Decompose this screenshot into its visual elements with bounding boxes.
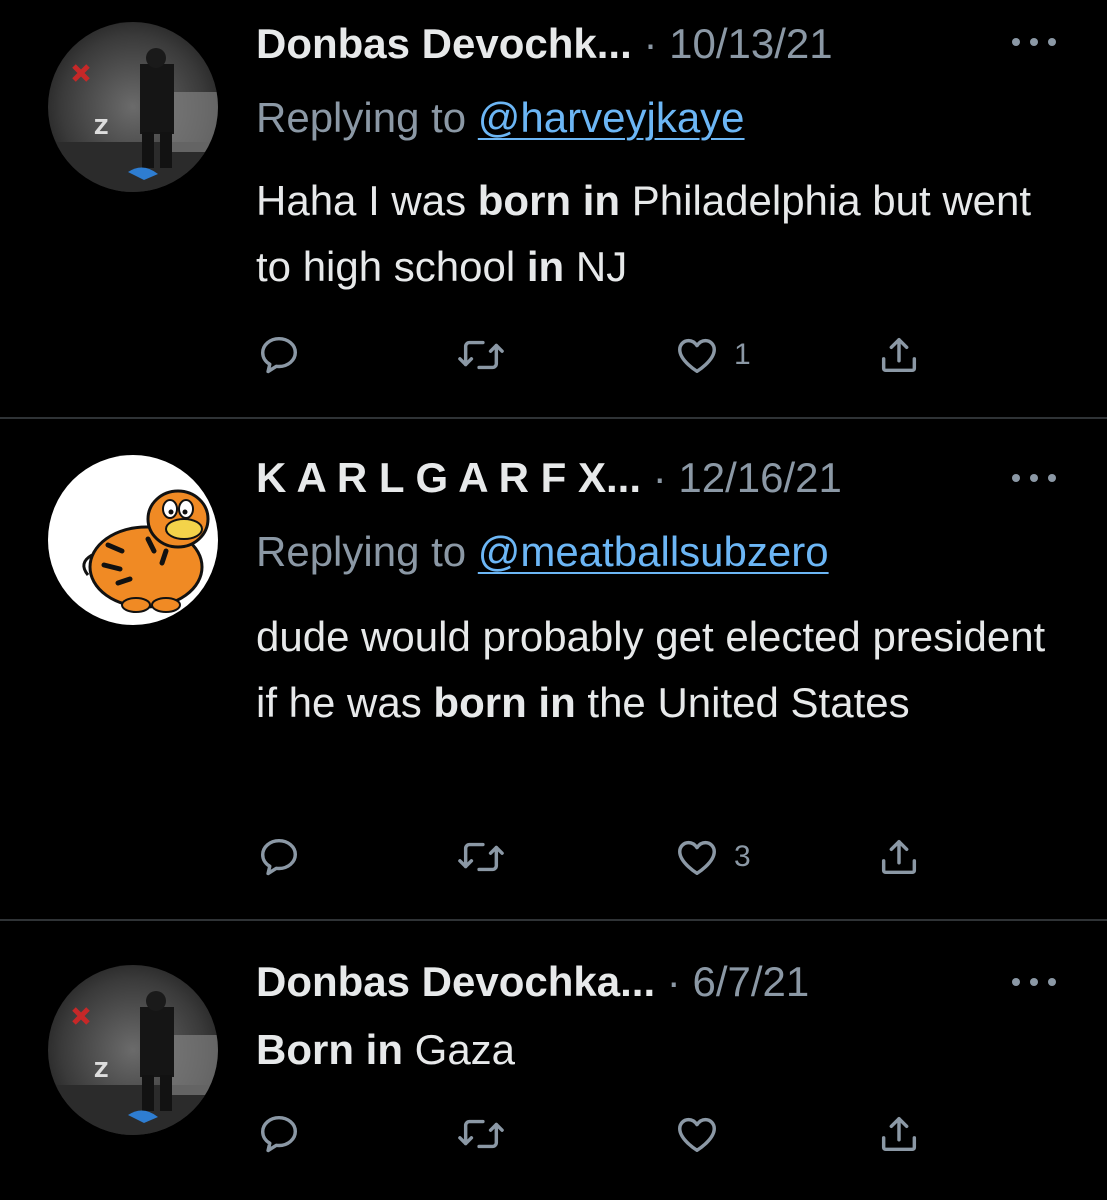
replying-to: Replying to @meatballsubzero bbox=[256, 522, 829, 582]
retweet-button[interactable] bbox=[456, 330, 506, 380]
tweet-date[interactable]: 12/16/21 bbox=[678, 454, 842, 501]
avatar[interactable]: Z bbox=[48, 965, 218, 1135]
share-button[interactable] bbox=[876, 832, 922, 882]
like-button[interactable]: 1 bbox=[674, 330, 751, 380]
heart-icon bbox=[678, 840, 716, 876]
share-button[interactable] bbox=[876, 330, 922, 380]
separator: · bbox=[643, 20, 658, 67]
avatar[interactable]: Z bbox=[48, 22, 218, 192]
retweet-icon bbox=[458, 1119, 504, 1149]
tweet-3[interactable]: Z Donbas Devochka... · 6/7/21 Born in Ga… bbox=[0, 921, 1107, 1200]
text-segment: Haha I was bbox=[256, 177, 478, 224]
share-icon bbox=[881, 1116, 917, 1152]
text-segment: Gaza bbox=[402, 1026, 516, 1073]
more-icon[interactable] bbox=[1012, 470, 1056, 486]
author-name[interactable]: Donbas Devochk... bbox=[256, 20, 632, 67]
reply-handle-link[interactable]: @harveyjkaye bbox=[478, 94, 745, 141]
author-name[interactable]: K A R L G A R F X... bbox=[256, 454, 641, 501]
reply-button[interactable] bbox=[256, 330, 302, 380]
tweet-actions bbox=[256, 1109, 956, 1159]
retweet-icon bbox=[458, 340, 504, 370]
author-name[interactable]: Donbas Devochka... bbox=[256, 958, 655, 1005]
avatar[interactable] bbox=[48, 455, 218, 625]
tweet-text: dude would probably get elected presiden… bbox=[256, 604, 1056, 736]
like-count: 3 bbox=[734, 840, 751, 873]
more-icon[interactable] bbox=[1012, 974, 1056, 990]
share-icon bbox=[881, 337, 917, 373]
tweet-text: Haha I was born in Philadelphia but went… bbox=[256, 168, 1076, 300]
replying-to: Replying to @harveyjkaye bbox=[256, 88, 745, 148]
replying-to-label: Replying to bbox=[256, 94, 467, 141]
like-button[interactable]: 3 bbox=[674, 832, 751, 882]
reply-icon bbox=[260, 1115, 298, 1153]
text-segment: NJ bbox=[564, 243, 628, 290]
tweet-date[interactable]: 6/7/21 bbox=[692, 958, 809, 1005]
heart-icon bbox=[678, 1117, 716, 1153]
separator: · bbox=[652, 454, 667, 501]
heart-icon bbox=[678, 338, 716, 374]
like-button[interactable] bbox=[674, 1109, 734, 1159]
svg-text:Z: Z bbox=[94, 1058, 109, 1082]
reply-handle-link[interactable]: @meatballsubzero bbox=[478, 528, 829, 575]
tweet-2[interactable]: K A R L G A R F X... · 12/16/21 Replying… bbox=[0, 419, 1107, 919]
tweet-text: Born in Gaza bbox=[256, 1017, 1076, 1083]
like-count: 1 bbox=[734, 338, 751, 371]
highlighted-text: born in bbox=[433, 679, 576, 726]
tweet-actions: 3 bbox=[256, 832, 956, 882]
replying-to-label: Replying to bbox=[256, 528, 467, 575]
retweet-icon bbox=[458, 842, 504, 872]
reply-icon bbox=[260, 838, 298, 876]
separator: · bbox=[666, 958, 681, 1005]
highlighted-text: born in bbox=[477, 177, 621, 224]
tweet-header: Donbas Devochk... · 10/13/21 bbox=[256, 14, 833, 74]
tweet-1[interactable]: Z Donbas Devochk... · 10/13/21 Replying … bbox=[0, 0, 1107, 418]
more-icon[interactable] bbox=[1012, 34, 1056, 50]
reply-button[interactable] bbox=[256, 832, 302, 882]
text-segment: the United States bbox=[575, 679, 910, 726]
tweet-actions: 1 bbox=[256, 330, 956, 380]
highlighted-text: in bbox=[526, 243, 565, 290]
tweet-date[interactable]: 10/13/21 bbox=[669, 20, 833, 67]
tweet-header: K A R L G A R F X... · 12/16/21 bbox=[256, 448, 842, 508]
svg-text:Z: Z bbox=[94, 115, 109, 139]
reply-button[interactable] bbox=[256, 1109, 302, 1159]
share-icon bbox=[881, 839, 917, 875]
reply-icon bbox=[260, 336, 298, 374]
tweet-header: Donbas Devochka... · 6/7/21 bbox=[256, 952, 809, 1012]
retweet-button[interactable] bbox=[456, 1109, 506, 1159]
retweet-button[interactable] bbox=[456, 832, 506, 882]
highlighted-text: Born in bbox=[256, 1026, 403, 1073]
share-button[interactable] bbox=[876, 1109, 922, 1159]
